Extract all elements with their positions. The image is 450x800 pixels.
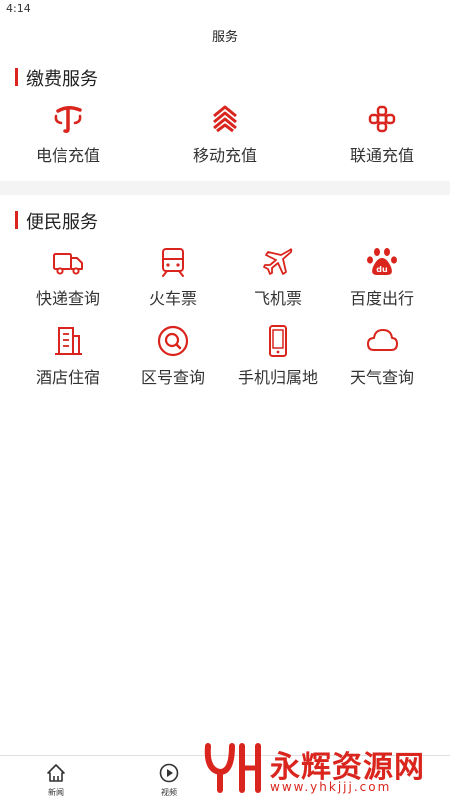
truck-icon — [53, 253, 83, 275]
express-query-label: 快递查询 — [35, 289, 100, 308]
page-title: 服务 — [211, 30, 238, 45]
china-unicom-icon — [368, 105, 396, 133]
hotel-label: 酒店住宿 — [35, 368, 100, 387]
express-query-button[interactable]: 快递查询 — [12, 245, 124, 315]
section-accent-bar — [15, 211, 18, 229]
telecom-recharge-button[interactable]: 电信充值 — [12, 102, 124, 172]
payment-section-title: 缴费服务 — [26, 69, 98, 90]
status-bar: 4:14 — [0, 0, 450, 18]
cloud-icon — [367, 329, 398, 351]
status-time: 4:14 — [6, 2, 31, 15]
telecom-recharge-label: 电信充值 — [35, 146, 100, 165]
play-icon — [159, 763, 179, 783]
hotel-button[interactable]: 酒店住宿 — [12, 324, 124, 394]
mobile-recharge-button[interactable]: 移动充值 — [169, 102, 281, 172]
train-ticket-button[interactable]: 火车票 — [117, 245, 229, 315]
weather-button[interactable]: 天气查询 — [326, 324, 438, 394]
phone-location-label: 手机归属地 — [237, 368, 318, 387]
home-icon — [47, 764, 65, 782]
flight-ticket-button[interactable]: 飞机票 — [222, 245, 334, 315]
tab-video[interactable]: 视频 — [139, 760, 199, 800]
china-telecom-icon — [54, 106, 82, 133]
unicom-recharge-button[interactable]: 联通充值 — [326, 102, 438, 172]
baidu-paw-icon: du — [367, 248, 397, 275]
flight-ticket-label: 飞机票 — [253, 289, 302, 308]
airplane-icon — [263, 248, 293, 275]
magnifier-icon — [157, 325, 189, 357]
svg-text:du: du — [376, 265, 388, 274]
mobile-recharge-label: 移动充值 — [192, 146, 257, 165]
payment-section-header: 缴费服务 — [0, 64, 450, 90]
watermark-logo — [204, 743, 261, 793]
tab-video-label: 视频 — [161, 788, 177, 797]
watermark-url: www.yhkjjj.com — [270, 780, 392, 794]
convenience-section-title: 便民服务 — [26, 212, 98, 233]
unicom-recharge-label: 联通充值 — [349, 146, 414, 165]
watermark: 永辉资源网 www.yhkjjj.com — [198, 738, 428, 798]
area-code-button[interactable]: 区号查询 — [117, 324, 229, 394]
train-ticket-label: 火车票 — [148, 289, 197, 308]
china-mobile-icon — [213, 105, 237, 133]
train-icon — [162, 248, 184, 277]
convenience-section-header: 便民服务 — [0, 207, 450, 233]
area-code-label: 区号查询 — [140, 368, 205, 387]
phone-location-button[interactable]: 手机归属地 — [222, 324, 334, 394]
section-divider — [0, 181, 450, 195]
mobile-phone-icon — [269, 325, 287, 357]
baidu-travel-button[interactable]: du 百度出行 — [326, 245, 438, 315]
weather-label: 天气查询 — [349, 368, 414, 387]
tab-news-label: 新闻 — [48, 788, 64, 797]
section-accent-bar — [15, 68, 18, 86]
baidu-travel-label: 百度出行 — [349, 289, 414, 308]
building-icon — [55, 327, 82, 355]
tab-news[interactable]: 新闻 — [26, 760, 86, 800]
